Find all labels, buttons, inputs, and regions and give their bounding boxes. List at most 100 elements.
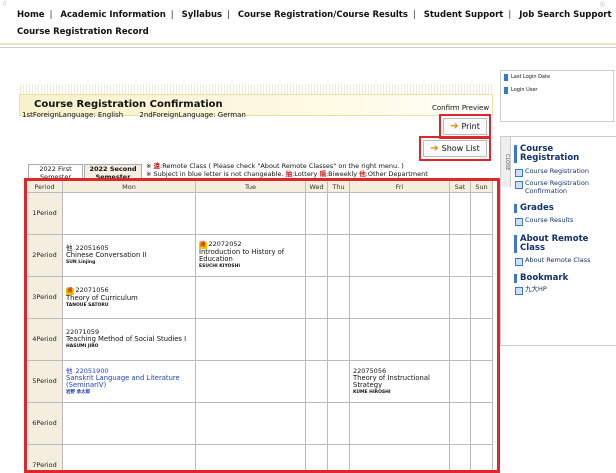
login-info-panel: Last Login Date Login User <box>500 70 614 122</box>
last-login-date-label: Last Login Date <box>501 71 613 84</box>
course-cell[interactable]: 遠 22072052 Introduction to History of Edu… <box>195 234 306 277</box>
cell-empty <box>470 360 493 403</box>
print-label: Print <box>461 122 480 131</box>
nav-separator: | <box>227 10 230 20</box>
print-button[interactable]: ➔ Print <box>443 118 487 135</box>
note-text: :Lottery <box>292 169 320 178</box>
table-row: 7Period <box>26 444 493 473</box>
course-title: Introduction to History of Education <box>199 248 285 263</box>
cell-empty <box>62 444 196 473</box>
period-label: 7Period <box>26 444 63 473</box>
cell-empty <box>195 276 306 319</box>
cell-empty <box>449 276 471 319</box>
period-label: 1Period <box>26 192 63 235</box>
cell-empty <box>327 360 350 403</box>
cell-empty <box>449 318 471 361</box>
timetable: Period Mon Tue Wed Thu Fri Sat Sun 1Peri… <box>26 180 494 473</box>
period-label: 2Period <box>26 234 63 277</box>
header-mon: Mon <box>62 180 196 193</box>
period-label: 6Period <box>26 402 63 445</box>
show-list-button[interactable]: ➔ Show List <box>423 140 487 157</box>
cell-empty <box>449 444 471 473</box>
header-thu: Thu <box>327 180 350 193</box>
cell-empty <box>327 192 350 235</box>
course-title: Teaching Method of Social Studies I <box>66 335 187 343</box>
header-tue: Tue <box>195 180 306 193</box>
nav-separator: | <box>170 10 174 20</box>
second-foreign-language: 2ndForeignLanguage: German <box>139 111 246 119</box>
header-sun: Sun <box>470 180 493 193</box>
tab-2022-second-semester[interactable]: 2022 Second Semester <box>84 164 142 181</box>
cell-empty <box>305 402 328 445</box>
nav-job-search-support[interactable]: Job Search Support <box>514 8 616 23</box>
link-course-registration[interactable]: Course Registration <box>515 167 589 177</box>
confirm-preview-label: Confirm Preview <box>432 104 490 112</box>
note-legend: ※ Subject in blue letter is not changeab… <box>146 169 428 179</box>
cell-empty <box>195 192 306 235</box>
cell-empty <box>305 444 328 473</box>
section-grades: Grades <box>514 204 554 213</box>
table-row: 6Period <box>26 402 493 445</box>
top-navigation: Home | Academic Information | Syllabus | Co… <box>0 8 616 42</box>
cell-empty <box>195 402 306 445</box>
nav-student-support[interactable]: Student Support <box>419 8 509 23</box>
course-cell[interactable]: 22075056 Theory of Instructional Strateg… <box>349 360 450 403</box>
cell-empty <box>305 276 328 319</box>
nav-academic-information[interactable]: Academic Information <box>55 8 170 23</box>
course-title: Theory of Instructional Strategy <box>353 373 430 389</box>
section-bookmark: Bookmark <box>514 274 568 283</box>
period-label: 4Period <box>26 318 63 361</box>
link-kyudai-hp[interactable]: 九大HP <box>515 285 547 295</box>
cell-empty <box>305 192 328 235</box>
cell-empty <box>62 402 196 445</box>
tab-2022-first-semester[interactable]: 2022 First Semester <box>28 164 83 181</box>
cell-empty <box>449 402 471 445</box>
link-course-results[interactable]: Course Results <box>515 216 573 226</box>
course-teacher: ESUCHI KIYOSHI <box>199 264 241 269</box>
nav-separator: | <box>412 10 416 20</box>
course-teacher: SUN Linjing <box>66 260 96 265</box>
cell-empty <box>349 234 450 277</box>
cell-empty <box>327 444 350 473</box>
header-period: Period <box>26 180 63 193</box>
table-row: 1Period <box>26 192 493 235</box>
arrow-right-icon: ➔ <box>450 121 459 132</box>
course-cell[interactable]: 22071059 Teaching Method of Social Studi… <box>62 318 196 361</box>
nav-course-registration-record[interactable]: Course Registration Record <box>17 25 149 40</box>
cell-empty <box>327 318 350 361</box>
cell-empty <box>470 192 493 235</box>
cell-empty <box>470 402 493 445</box>
course-title: Sanskrit Language and Literature (Semina… <box>66 373 180 389</box>
cell-empty <box>195 360 306 403</box>
course-teacher: HASUMI JIRO <box>66 344 99 349</box>
course-cell[interactable]: 他 22051605 Chinese Conversation II SUN Li… <box>62 234 196 277</box>
period-label: 3Period <box>26 276 63 319</box>
nav-home[interactable]: Home <box>12 8 50 23</box>
login-user-label: Login User <box>501 84 613 97</box>
cell-empty <box>195 444 306 473</box>
cell-empty <box>449 234 471 277</box>
note-text: :Other Department <box>365 169 428 178</box>
link-about-remote-class[interactable]: About Remote Class <box>515 256 591 266</box>
course-teacher: 岩野 承太郎 <box>66 389 91 395</box>
link-course-registration-confirmation[interactable]: Course Registration Confirmation <box>515 179 615 195</box>
nav-separator: | <box>49 10 53 20</box>
close-tab[interactable]: CLOSE <box>501 137 511 187</box>
cell-empty <box>327 234 350 277</box>
table-row: 5Period 他 22051900 Sanskrit Language and … <box>26 360 493 403</box>
header-wed: Wed <box>305 180 328 193</box>
cell-empty <box>449 360 471 403</box>
course-cell[interactable]: 他 22051900 Sanskrit Language and Literatu… <box>62 360 196 403</box>
table-row: 2Period 他 22051605 Chinese Conversation I… <box>26 234 493 277</box>
nav-syllabus[interactable]: Syllabus <box>177 8 227 23</box>
note-text: :Biweekly <box>325 169 360 178</box>
section-course-registration: Course Registration <box>514 145 609 163</box>
legend-notes: ※ 遠:Remote Class ( Please check "About R… <box>146 162 428 179</box>
show-list-label: Show List <box>441 144 480 153</box>
cell-empty <box>470 318 493 361</box>
nav-course-registration[interactable]: Course Registration/Course Results <box>233 8 413 23</box>
period-label: 5Period <box>26 360 63 403</box>
course-cell[interactable]: 遠 22071056 Theory of Curriculum TANOUE SA… <box>62 276 196 319</box>
note-text: ※ Subject in blue letter is not changeab… <box>146 169 286 178</box>
cell-empty <box>305 234 328 277</box>
